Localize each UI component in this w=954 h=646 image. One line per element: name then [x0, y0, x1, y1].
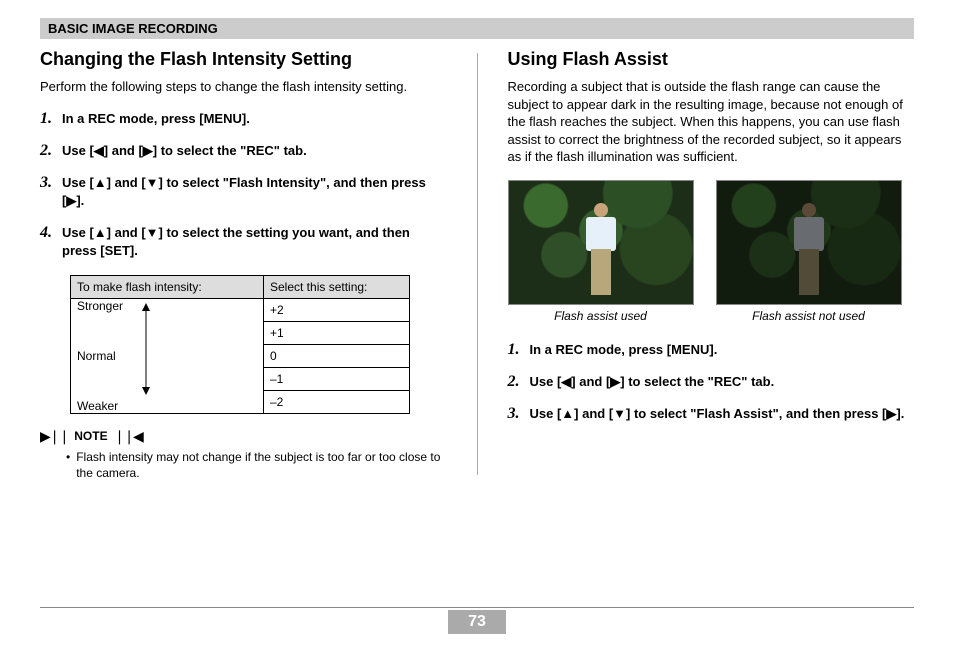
note-label: NOTE [74, 429, 107, 443]
step-text: In a REC mode, press [MENU]. [530, 341, 718, 359]
bullet-icon: • [66, 449, 70, 481]
step-text: Use [▲] and [▼] to select "Flash Intensi… [62, 174, 447, 210]
step-item: 1. In a REC mode, press [MENU]. [508, 341, 915, 359]
note-heading-row: ▶❘❘ NOTE ❘❘◀ [40, 428, 447, 445]
right-steps: 1. In a REC mode, press [MENU]. 2. Use [… [508, 341, 915, 424]
step-number: 4. [40, 224, 62, 260]
intensity-scale-cell: Stronger Normal Weaker [71, 298, 264, 413]
setting-value: –1 [264, 367, 410, 390]
step-number: 2. [40, 142, 62, 160]
right-column: Using Flash Assist Recording a subject t… [508, 49, 915, 481]
note-arrow-left-icon: ▶❘❘ [40, 428, 68, 445]
setting-value: +1 [264, 321, 410, 344]
table-header: Select this setting: [264, 275, 410, 298]
step-item: 1. In a REC mode, press [MENU]. [40, 110, 447, 128]
step-text: Use [▲] and [▼] to select the setting yo… [62, 224, 447, 260]
setting-value: –2 [264, 390, 410, 413]
right-intro: Recording a subject that is outside the … [508, 78, 915, 166]
caption-not-used: Flash assist not used [716, 309, 902, 323]
step-text: Use [▲] and [▼] to select "Flash Assist"… [530, 405, 905, 423]
step-number: 3. [508, 405, 530, 423]
left-title: Changing the Flash Intensity Setting [40, 49, 447, 70]
setting-value: 0 [264, 344, 410, 367]
sample-image-not-used [716, 180, 902, 305]
step-number: 2. [508, 373, 530, 391]
intensity-table: To make flash intensity: Select this set… [70, 275, 410, 414]
step-number: 1. [40, 110, 62, 128]
step-text: Use [◀] and [▶] to select the "REC" tab. [530, 373, 775, 391]
sample-image-used [508, 180, 694, 305]
left-intro: Perform the following steps to change th… [40, 78, 447, 96]
sample-images-row: Flash assist used Flash assist not used [508, 180, 915, 323]
step-item: 3. Use [▲] and [▼] to select "Flash Assi… [508, 405, 915, 423]
step-number: 1. [508, 341, 530, 359]
weaker-label: Weaker [77, 399, 118, 413]
setting-value: +2 [264, 298, 410, 321]
stronger-label: Stronger [77, 299, 123, 313]
normal-label: Normal [77, 349, 116, 363]
step-item: 3. Use [▲] and [▼] to select "Flash Inte… [40, 174, 447, 210]
content-columns: Changing the Flash Intensity Setting Per… [40, 49, 914, 481]
step-item: 2. Use [◀] and [▶] to select the "REC" t… [40, 142, 447, 160]
note-body: • Flash intensity may not change if the … [66, 449, 447, 481]
table-header: To make flash intensity: [71, 275, 264, 298]
step-item: 2. Use [◀] and [▶] to select the "REC" t… [508, 373, 915, 391]
left-steps: 1. In a REC mode, press [MENU]. 2. Use [… [40, 110, 447, 261]
note-text: Flash intensity may not change if the su… [76, 449, 446, 481]
caption-used: Flash assist used [508, 309, 694, 323]
intensity-arrow-icon [141, 303, 151, 395]
note-arrow-right-icon: ❘❘◀ [114, 428, 142, 445]
column-divider [477, 53, 478, 475]
step-item: 4. Use [▲] and [▼] to select the setting… [40, 224, 447, 260]
right-title: Using Flash Assist [508, 49, 915, 70]
step-number: 3. [40, 174, 62, 210]
section-header: BASIC IMAGE RECORDING [40, 18, 914, 39]
page-number: 73 [448, 610, 506, 634]
footer-rule [40, 607, 914, 608]
step-text: Use [◀] and [▶] to select the "REC" tab. [62, 142, 307, 160]
step-text: In a REC mode, press [MENU]. [62, 110, 250, 128]
sample-right: Flash assist not used [716, 180, 902, 323]
sample-left: Flash assist used [508, 180, 694, 323]
left-column: Changing the Flash Intensity Setting Per… [40, 49, 447, 481]
page-footer: 73 [40, 607, 914, 634]
